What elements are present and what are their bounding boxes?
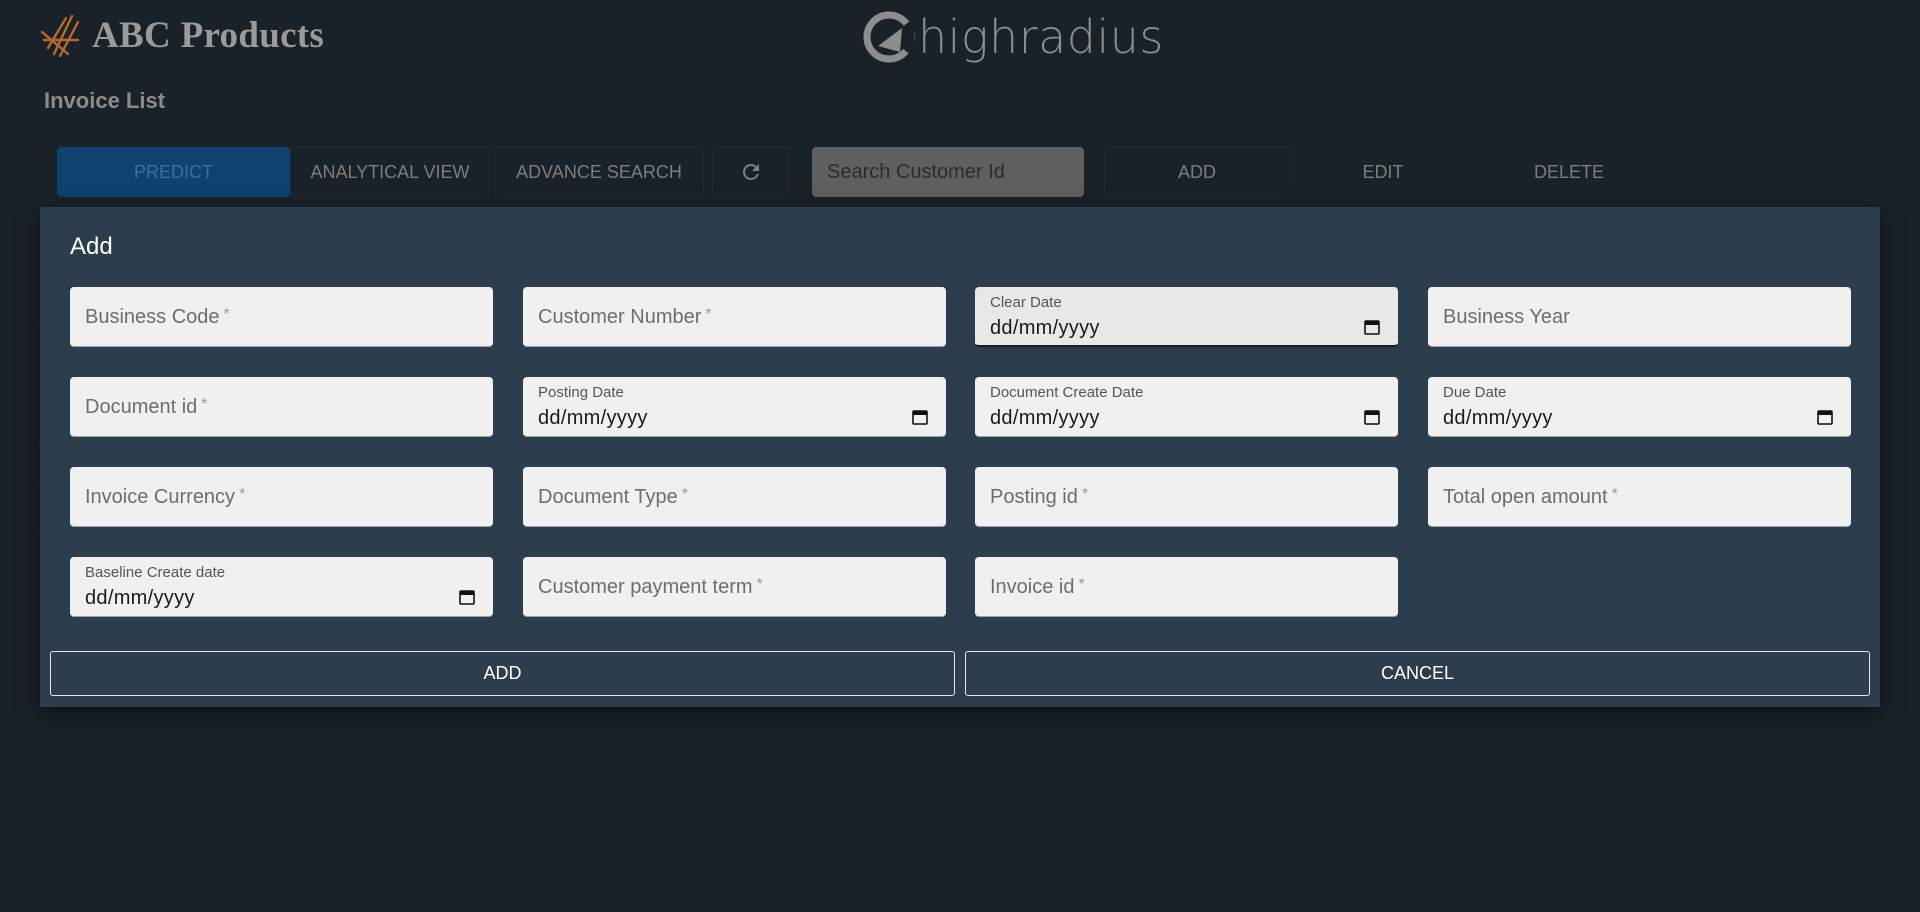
add-button[interactable]: ADD [1104, 147, 1290, 197]
field-label: Due Date [1443, 384, 1507, 401]
required-marker: * [201, 396, 208, 413]
required-marker: * [681, 486, 688, 503]
field-placeholder: Business Code [85, 306, 220, 328]
invoice-currency-field[interactable]: Invoice Currency * [70, 467, 493, 527]
add-invoice-dialog: Add Business Code * Customer Number * Clea… [40, 207, 1880, 707]
invoice-id-field[interactable]: Invoice id * [975, 557, 1398, 617]
app-header: ABC Products highradius Invoice List [0, 0, 1920, 113]
abc-logo-icon [40, 14, 80, 58]
edit-button[interactable]: EDIT [1290, 147, 1476, 197]
field-placeholder: Customer Number [538, 306, 702, 328]
brand-logo: ABC Products [38, 10, 324, 60]
refresh-button[interactable] [712, 147, 790, 197]
predict-button[interactable]: PREDICT [57, 147, 290, 197]
dialog-title: Add [70, 233, 113, 260]
brand-name: ABC Products [92, 14, 325, 56]
business-year-field[interactable]: Business Year [1428, 287, 1851, 347]
field-placeholder: Business Year [1443, 306, 1570, 328]
dialog-add-button[interactable]: ADD [50, 651, 955, 696]
field-placeholder: Customer payment term [538, 576, 753, 598]
calendar-icon[interactable] [911, 408, 929, 426]
field-label: Posting Date [538, 384, 624, 401]
customer-number-field[interactable]: Customer Number * [523, 287, 946, 347]
page-title: Invoice List [44, 88, 166, 113]
posting-id-field[interactable]: Posting id * [975, 467, 1398, 527]
date-value: dd/mm/yyyy [1443, 407, 1553, 429]
date-value: dd/mm/yyyy [990, 407, 1100, 429]
highradius-wordmark: highradius [918, 10, 1164, 64]
field-label: Document Create Date [990, 384, 1144, 401]
customer-payment-term-field[interactable]: Customer payment term * [523, 557, 946, 617]
required-marker: * [239, 486, 246, 503]
posting-date-field[interactable]: Posting Date dd/mm/yyyy [523, 377, 946, 437]
calendar-icon[interactable] [1363, 408, 1381, 426]
date-value: dd/mm/yyyy [538, 407, 648, 429]
document-id-field[interactable]: Document id * [70, 377, 493, 437]
required-marker: * [1611, 486, 1618, 503]
field-placeholder: Document Type [538, 486, 678, 508]
calendar-icon[interactable] [458, 588, 476, 606]
search-customer-id-input[interactable] [812, 147, 1084, 197]
dialog-cancel-button[interactable]: CANCEL [965, 651, 1870, 696]
highradius-logo: highradius [862, 8, 1164, 66]
baseline-create-date-field[interactable]: Baseline Create date dd/mm/yyyy [70, 557, 493, 617]
highradius-logo-icon [863, 11, 915, 63]
delete-button[interactable]: DELETE [1476, 147, 1662, 197]
field-label: Baseline Create date [85, 564, 226, 581]
clear-date-field[interactable]: Clear Date dd/mm/yyyy [975, 287, 1398, 347]
field-placeholder: Document id [85, 396, 198, 418]
due-date-field[interactable]: Due Date dd/mm/yyyy [1428, 377, 1851, 437]
required-marker: * [223, 306, 230, 323]
advance-search-button[interactable]: ADVANCE SEARCH [494, 147, 704, 197]
calendar-icon[interactable] [1816, 408, 1834, 426]
required-marker: * [1081, 486, 1089, 503]
date-value: dd/mm/yyyy [990, 317, 1100, 339]
required-marker: * [1078, 576, 1085, 593]
document-create-date-field[interactable]: Document Create Date dd/mm/yyyy [975, 377, 1398, 437]
document-type-field[interactable]: Document Type * [523, 467, 946, 527]
field-placeholder: Posting id [990, 486, 1078, 508]
calendar-icon[interactable] [1363, 318, 1381, 336]
field-label: Clear Date [990, 294, 1062, 311]
date-value: dd/mm/yyyy [85, 587, 195, 609]
refresh-icon [742, 163, 759, 180]
required-marker: * [705, 306, 712, 323]
field-placeholder: Invoice Currency [85, 486, 236, 508]
analytical-view-button[interactable]: ANALYTICAL VIEW [290, 147, 490, 197]
business-code-field[interactable]: Business Code * [70, 287, 493, 347]
required-marker: * [756, 576, 763, 593]
total-open-amount-field[interactable]: Total open amount * [1428, 467, 1851, 527]
field-placeholder: Invoice id [990, 576, 1075, 598]
field-placeholder: Total open amount [1443, 486, 1608, 508]
